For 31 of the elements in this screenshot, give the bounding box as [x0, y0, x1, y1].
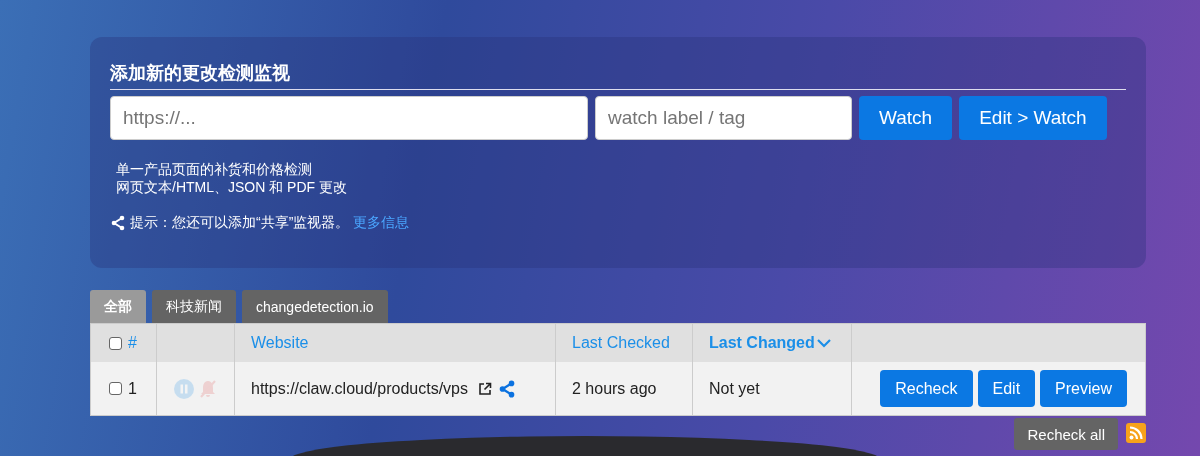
more-info-link[interactable]: 更多信息	[353, 214, 410, 232]
external-link-icon[interactable]	[478, 381, 492, 396]
row-checkbox[interactable]	[109, 382, 122, 395]
tag-tab[interactable]: changedetection.io	[242, 290, 388, 323]
column-header[interactable]: Last Changed	[709, 334, 815, 352]
sort-caret-icon	[816, 338, 831, 348]
tag-tab[interactable]: 科技新闻	[152, 290, 236, 323]
panel-title: 添加新的更改检测监视	[110, 61, 1126, 90]
column-header[interactable]: Website	[251, 334, 309, 352]
edit-button[interactable]: Edit	[977, 370, 1036, 407]
tip-text: 提示：您还可以添加“共享”监视器。	[130, 214, 350, 232]
row-number: 1	[128, 379, 137, 398]
last-changed-time: Not yet	[709, 379, 760, 398]
feature-text: 网页文本/HTML、JSON 和 PDF 更改	[116, 178, 348, 196]
column-header[interactable]: Last Checked	[572, 334, 670, 352]
select-all-checkbox[interactable]	[109, 336, 122, 350]
tag-field[interactable]: watch label / tag	[595, 96, 852, 140]
feature-text: 单一产品页面的补货和价格检测	[116, 160, 313, 178]
preview-button[interactable]: Preview	[1040, 370, 1127, 407]
last-checked-time: 2 hours ago	[572, 379, 657, 398]
tag-tab[interactable]: 全部	[90, 290, 146, 323]
recheck-all-button[interactable]: Recheck all	[1014, 418, 1118, 450]
column-header[interactable]: #	[128, 334, 137, 352]
rss-icon[interactable]	[1126, 423, 1146, 443]
share-icon[interactable]	[498, 379, 516, 398]
recheck-button[interactable]: Recheck	[880, 370, 973, 407]
share-icon	[110, 215, 126, 231]
website-url: https://claw.cloud/products/vps	[251, 379, 468, 398]
watch-button[interactable]: Watch	[859, 96, 953, 140]
url-field[interactable]: https://...	[110, 96, 588, 140]
edit-watch-button[interactable]: Edit > Watch	[959, 96, 1107, 140]
